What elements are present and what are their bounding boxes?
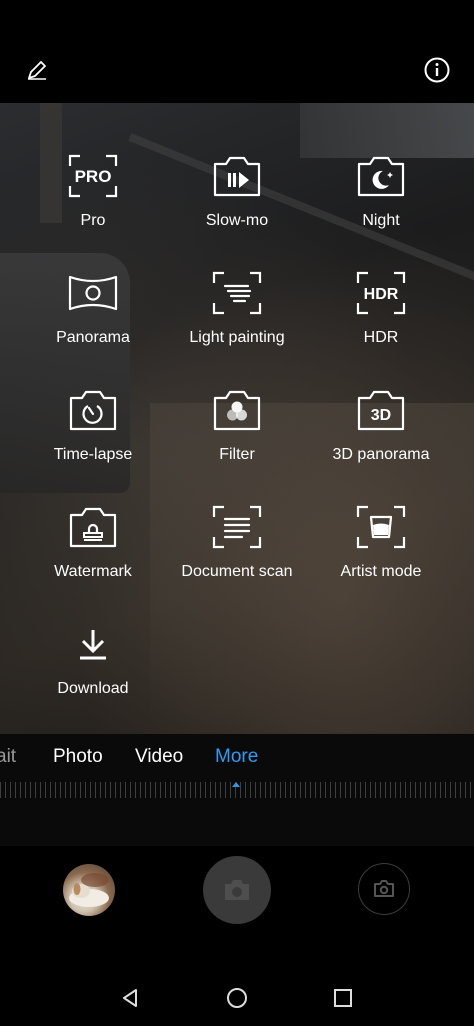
home-icon[interactable] (225, 986, 249, 1010)
mode-label: Artist mode (340, 563, 422, 580)
time-lapse-icon (68, 387, 118, 433)
pro-icon: PRO (68, 153, 118, 199)
night-icon (356, 153, 406, 199)
3d-icon-text: 3D (371, 407, 391, 424)
mode-light-painting[interactable]: Light painting (165, 270, 309, 380)
mode-time-lapse[interactable]: Time-lapse (21, 387, 165, 497)
bottom-controls (0, 846, 474, 1026)
recent-apps-icon[interactable] (331, 986, 355, 1010)
mode-label: Download (57, 680, 129, 697)
switch-camera-button[interactable] (358, 863, 410, 915)
mode-3d-panorama[interactable]: 3D 3D panorama (309, 387, 453, 497)
tab-photo[interactable]: Photo (53, 746, 103, 768)
filter-icon (212, 387, 262, 433)
tab-more[interactable]: More (215, 746, 258, 768)
mode-slow-mo[interactable]: Slow-mo (165, 153, 309, 263)
mode-panorama[interactable]: Panorama (21, 270, 165, 380)
tab-video[interactable]: Video (135, 746, 183, 768)
tab-portrait[interactable]: ait (0, 746, 16, 768)
panorama-icon (68, 270, 118, 316)
mode-label: Pro (80, 212, 106, 229)
mode-label: Document scan (181, 563, 293, 580)
info-icon[interactable] (417, 50, 457, 90)
mode-document-scan[interactable]: Document scan (165, 504, 309, 614)
switch-camera-icon (374, 880, 394, 897)
shutter-button[interactable] (203, 856, 271, 924)
camera-mode-switcher: ait Photo Video More (0, 734, 474, 846)
viewfinder-wall (300, 103, 474, 158)
mode-label: Night (362, 212, 400, 229)
mode-tabs: ait Photo Video More (0, 746, 474, 787)
mode-label: Filter (219, 446, 255, 463)
hdr-icon: HDR (356, 270, 406, 316)
gallery-thumbnail[interactable] (63, 864, 115, 916)
pro-icon-text: PRO (75, 167, 112, 186)
mode-download[interactable]: Download (21, 621, 165, 731)
slow-mo-icon (212, 153, 262, 199)
document-scan-icon (212, 504, 262, 550)
camera-icon (225, 880, 249, 900)
watermark-icon (68, 504, 118, 550)
3d-panorama-icon: 3D (356, 387, 406, 433)
mode-watermark[interactable]: Watermark (21, 504, 165, 614)
mode-night[interactable]: Night (309, 153, 453, 263)
mode-label: Light painting (189, 329, 285, 346)
mode-filter[interactable]: Filter (165, 387, 309, 497)
mode-label: Time-lapse (53, 446, 133, 463)
mode-artist-mode[interactable]: Artist mode (309, 504, 453, 614)
light-painting-icon (212, 270, 262, 316)
pencil-icon[interactable] (17, 50, 57, 90)
back-icon[interactable] (118, 986, 142, 1010)
download-icon (68, 621, 118, 667)
mode-label: HDR (363, 329, 399, 346)
artist-mode-icon (356, 504, 406, 550)
hdr-icon-text: HDR (364, 286, 399, 303)
zoom-scale-ticks[interactable] (0, 782, 474, 798)
mode-label: Watermark (54, 563, 132, 580)
mode-label: Panorama (56, 329, 130, 346)
camera-viewfinder[interactable]: PRO Pro Slow-mo Night Panorama Light pai… (0, 103, 474, 734)
mode-label: 3D panorama (332, 446, 430, 463)
mode-label: Slow-mo (205, 212, 269, 229)
mode-pro[interactable]: PRO Pro (21, 153, 165, 263)
top-bar (0, 0, 474, 103)
mode-hdr[interactable]: HDR HDR (309, 270, 453, 380)
